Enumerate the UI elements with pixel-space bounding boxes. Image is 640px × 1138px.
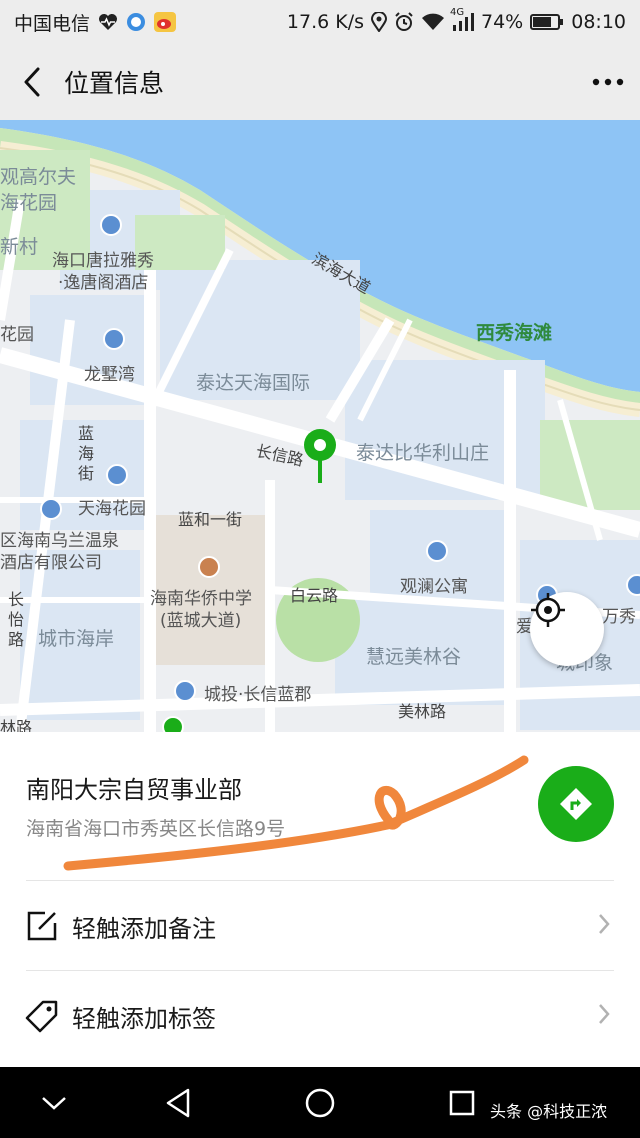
map-label: 花园 bbox=[0, 325, 34, 345]
page-title: 位置信息 bbox=[64, 69, 165, 98]
triangle-back-icon bbox=[166, 1088, 190, 1117]
more-button[interactable] bbox=[576, 44, 640, 120]
school-poi-icon bbox=[198, 556, 220, 578]
carrier-label: 中国电信 bbox=[14, 12, 91, 35]
residence-poi-icon bbox=[106, 464, 128, 486]
weibo-icon bbox=[154, 12, 177, 32]
nav-recents-button[interactable] bbox=[432, 1067, 492, 1138]
health-icon bbox=[98, 13, 118, 31]
battery-percent: 74% bbox=[481, 11, 524, 33]
map-label: 美林路 bbox=[398, 702, 447, 721]
residence-poi-icon bbox=[103, 328, 125, 350]
map-label: 海花园 bbox=[0, 192, 58, 214]
map-label: 泰达天海国际 bbox=[196, 372, 311, 394]
map-label: 新村 bbox=[0, 236, 39, 258]
more-dots-icon bbox=[592, 78, 624, 86]
map-label: 蓝和一街 bbox=[178, 510, 243, 529]
add-note-row[interactable]: 轻触添加备注 bbox=[0, 882, 640, 970]
add-tag-label: 轻触添加标签 bbox=[72, 1004, 216, 1033]
nav-back-button[interactable] bbox=[148, 1067, 208, 1138]
add-tag-row[interactable]: 轻触添加标签 bbox=[0, 972, 640, 1060]
alarm-icon bbox=[394, 12, 414, 32]
map-label: ·逸唐阁酒店 bbox=[58, 273, 149, 293]
watermark: 头条 @科技正浓 bbox=[490, 1102, 608, 1121]
divider bbox=[26, 880, 614, 881]
network-type: 4G bbox=[450, 7, 465, 18]
map-label: (蓝城大道) bbox=[160, 611, 242, 631]
residence-poi-icon bbox=[426, 540, 448, 562]
map-label: 龙墅湾 bbox=[84, 365, 135, 385]
wifi-icon bbox=[421, 13, 445, 31]
signal-icon: 4G bbox=[450, 7, 474, 31]
battery-icon bbox=[530, 13, 564, 31]
directions-icon bbox=[560, 788, 592, 820]
map-label: 泰达比华利山庄 bbox=[356, 442, 490, 464]
title-bar: 位置信息 bbox=[0, 44, 640, 120]
hide-nav-button[interactable] bbox=[24, 1067, 84, 1138]
map-label: 观高尔夫 bbox=[0, 166, 77, 188]
map-label: 万秀 bbox=[602, 607, 636, 627]
chevron-right-icon bbox=[598, 1003, 610, 1029]
chevron-down-icon bbox=[42, 1096, 66, 1110]
map-label: 酒店有限公司 bbox=[0, 553, 102, 573]
hotel-poi-icon bbox=[100, 214, 122, 236]
back-arrow-icon bbox=[24, 67, 40, 97]
nav-home-button[interactable] bbox=[290, 1067, 350, 1138]
circle-home-icon bbox=[305, 1088, 335, 1117]
location-icon bbox=[371, 12, 387, 32]
map-label: 西秀海滩 bbox=[476, 322, 553, 344]
divider bbox=[26, 970, 614, 971]
place-address: 海南省海口市秀英区长信路9号 bbox=[26, 818, 286, 840]
clock-time: 08:10 bbox=[571, 11, 626, 33]
status-bar: 中国电信 17.6 K/s 4G 74% 08:10 bbox=[0, 0, 640, 44]
add-note-label: 轻触添加备注 bbox=[72, 914, 216, 943]
my-location-button[interactable] bbox=[530, 592, 604, 666]
network-speed: 17.6 K/s bbox=[286, 11, 364, 33]
tag-icon bbox=[22, 999, 62, 1033]
back-button[interactable] bbox=[4, 44, 60, 120]
map-label: 林路 bbox=[0, 718, 33, 732]
edit-icon bbox=[22, 909, 62, 943]
square-recents-icon bbox=[449, 1090, 475, 1115]
map-label: 长怡路 bbox=[8, 590, 25, 649]
hotel-poi-icon bbox=[40, 498, 62, 520]
navigate-button[interactable] bbox=[538, 766, 614, 842]
map-label: 慧远美林谷 bbox=[366, 646, 462, 668]
crosshair-icon bbox=[531, 593, 565, 627]
park-poi-icon bbox=[162, 716, 184, 732]
map-view[interactable]: 观高尔夫 海花园 新村 海口唐拉雅秀 ·逸唐阁酒店 滨海大道 西秀海滩 花园 龙… bbox=[0, 120, 640, 732]
map-label: 城投·长信蓝郡 bbox=[204, 685, 312, 705]
map-label: 城市海岸 bbox=[38, 628, 115, 650]
place-info-panel: 南阳大宗自贸事业部 海南省海口市秀英区长信路9号 bbox=[0, 732, 640, 880]
map-label: 天海花园 bbox=[78, 499, 146, 519]
map-label: 白云路 bbox=[290, 586, 339, 605]
place-name: 南阳大宗自贸事业部 bbox=[26, 776, 242, 804]
chevron-right-icon bbox=[598, 913, 610, 939]
browser-icon bbox=[126, 12, 146, 32]
residence-poi-icon bbox=[174, 680, 196, 702]
map-label: 蓝海街 bbox=[78, 424, 95, 483]
map-label: 观澜公寓 bbox=[400, 577, 468, 597]
